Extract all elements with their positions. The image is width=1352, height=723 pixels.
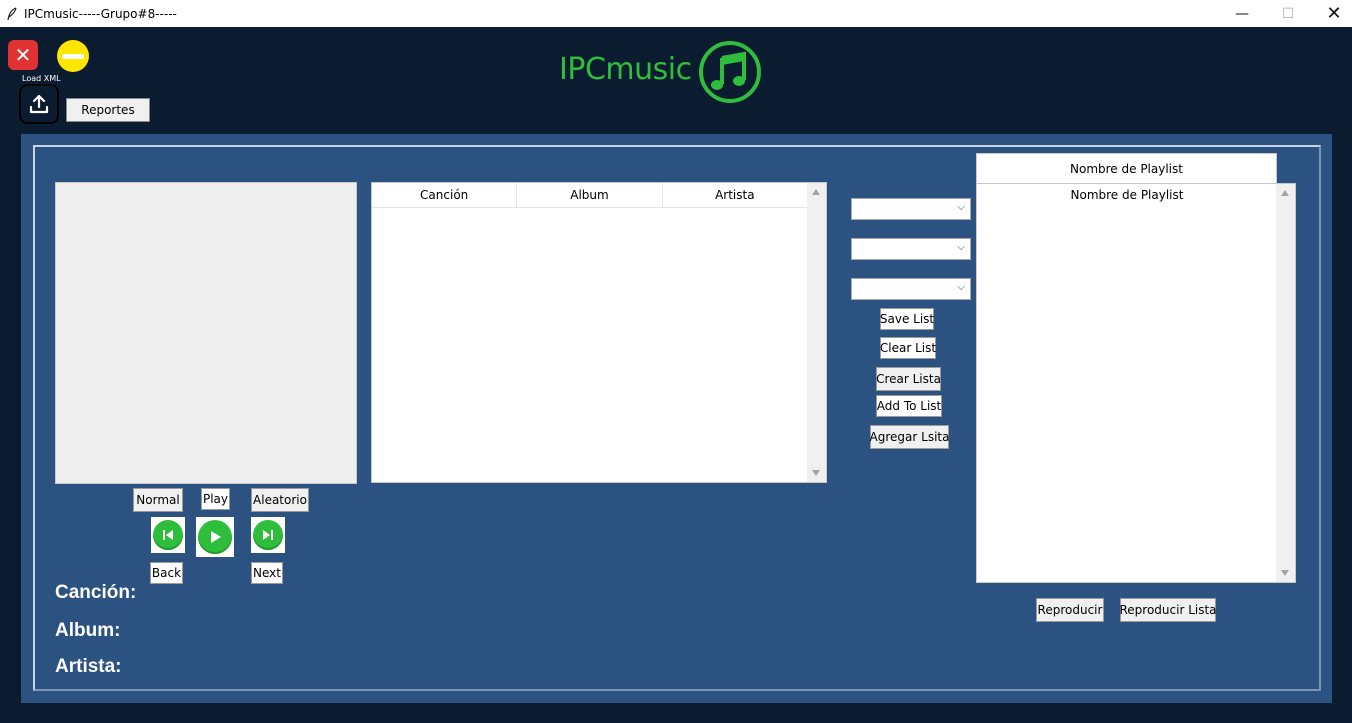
chevron-down-icon[interactable]: ⌵ (957, 282, 965, 293)
next-button[interactable] (251, 517, 285, 553)
album-art-area (55, 182, 357, 484)
playlist-name-field[interactable]: Nombre de Playlist (976, 153, 1277, 184)
load-xml-button[interactable] (19, 84, 59, 124)
songs-table-header: Canción Album Artista (372, 183, 808, 208)
skip-back-icon (163, 530, 173, 540)
logo-text: IPCmusic (559, 52, 692, 87)
play-icon (211, 531, 221, 543)
playlist-list[interactable]: Nombre de Playlist (976, 183, 1296, 583)
play-button[interactable] (196, 517, 234, 557)
scroll-down-icon[interactable] (812, 470, 820, 476)
window-close-button[interactable]: ✕ (1311, 0, 1352, 27)
scroll-up-icon[interactable] (1281, 190, 1289, 196)
normal-mode-button[interactable]: Normal (133, 488, 183, 512)
scroll-up-icon[interactable] (812, 189, 820, 195)
now-playing-song-label: Canción: (55, 582, 137, 603)
next-label: Next (251, 562, 283, 584)
window-maximize-button[interactable]: ☐ (1265, 0, 1311, 27)
aleatorio-mode-button[interactable]: Aleatorio (251, 488, 309, 512)
filter-combobox-2[interactable]: ⌵ (851, 238, 971, 260)
crear-lista-button[interactable]: Crear Lista (876, 367, 941, 391)
chevron-down-icon[interactable]: ⌵ (957, 242, 965, 253)
window-minimize-button[interactable]: — (1219, 0, 1265, 27)
window-title: IPCmusic-----Grupo#8----- (24, 6, 177, 21)
clear-list-button[interactable]: Clear List (880, 337, 936, 359)
songs-table-scrollbar[interactable] (807, 183, 826, 482)
back-button[interactable] (151, 517, 185, 553)
songs-table[interactable]: Canción Album Artista (371, 182, 827, 483)
playlist-scrollbar[interactable] (1276, 184, 1295, 582)
playlist-column-title: Nombre de Playlist (1070, 188, 1184, 202)
music-note-icon (699, 41, 761, 103)
agregar-lista-button[interactable]: Agregar Lsita (870, 425, 949, 449)
column-header-cancion[interactable]: Canción (372, 183, 518, 207)
column-header-artista[interactable]: Artista (663, 183, 808, 207)
feather-icon (6, 6, 18, 21)
now-playing-artist-label: Artista: (55, 656, 122, 677)
save-list-button[interactable]: Save List (880, 308, 934, 330)
window-titlebar: IPCmusic-----Grupo#8----- — ☐ ✕ (0, 0, 1352, 27)
filter-combobox-1[interactable]: ⌵ (851, 198, 971, 220)
now-playing-album-label: Album: (55, 620, 121, 641)
filter-combobox-3[interactable]: ⌵ (851, 278, 971, 300)
minus-icon (62, 53, 84, 59)
scroll-down-icon[interactable] (1281, 570, 1289, 576)
column-header-album[interactable]: Album (517, 183, 663, 207)
back-label: Back (150, 562, 183, 584)
load-xml-label: Load XML (22, 74, 61, 83)
play-label: Play (201, 488, 230, 510)
add-to-list-button[interactable]: Add To List (876, 395, 942, 417)
chevron-down-icon[interactable]: ⌵ (957, 202, 965, 213)
minimize-app-button[interactable] (57, 40, 89, 72)
reproducir-button[interactable]: Reproducir (1036, 598, 1104, 622)
skip-forward-icon (263, 530, 273, 540)
reportes-button[interactable]: Reportes (66, 98, 150, 122)
upload-icon (29, 94, 49, 114)
close-app-button[interactable]: ✕ (8, 40, 38, 70)
reproducir-lista-button[interactable]: Reproducir Lista (1119, 598, 1217, 622)
